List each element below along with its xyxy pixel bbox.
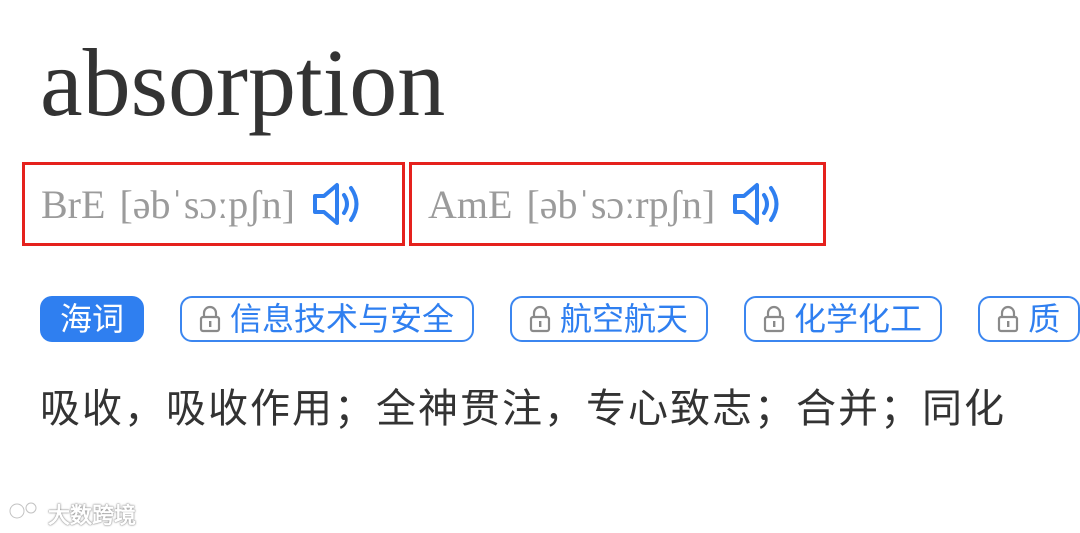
tab-label: 海词 <box>60 300 125 338</box>
tab-label: 化学化工 <box>794 300 923 338</box>
tab-label: 信息技术与安全 <box>230 300 455 338</box>
pronunciation-ame[interactable]: AmE [əbˈsɔːrpʃn] <box>409 162 826 246</box>
lock-icon <box>762 305 786 333</box>
logo-icon <box>8 499 42 529</box>
tab-chemical-engineering[interactable]: 化学化工 <box>744 296 943 342</box>
tab-label: 质 <box>1028 300 1061 338</box>
tab-info-tech-security[interactable]: 信息技术与安全 <box>180 296 475 342</box>
watermark-text: 大数跨境 <box>48 504 137 529</box>
tab-haici[interactable]: 海词 <box>40 296 145 342</box>
lock-icon <box>198 305 222 333</box>
pronunciation-region: BrE <box>41 181 106 227</box>
watermark: 大数跨境 <box>8 498 136 530</box>
speaker-icon[interactable] <box>311 181 365 227</box>
pronunciation-ipa: [əbˈsɔːrpʃn] <box>526 181 716 227</box>
pronunciation-region: AmE <box>428 181 513 227</box>
lock-icon <box>996 305 1020 333</box>
speaker-icon[interactable] <box>731 181 785 227</box>
pronunciation-ipa: [əbˈsɔːpʃn] <box>119 181 295 227</box>
headword: absorption <box>40 29 446 136</box>
definition-text: 吸收，吸收作用；全神贯注，专心致志；合并；同化 <box>40 386 1006 432</box>
lock-icon <box>528 305 552 333</box>
tab-aerospace[interactable]: 航空航天 <box>510 296 709 342</box>
tab-label: 航空航天 <box>560 300 689 338</box>
pronunciation-bre[interactable]: BrE [əbˈsɔːpʃn] <box>22 162 405 246</box>
dictionary-tabs: 海词 信息技术与安全 航空航天 化学化工 质 <box>40 296 1080 342</box>
tab-quality[interactable]: 质 <box>978 296 1080 342</box>
